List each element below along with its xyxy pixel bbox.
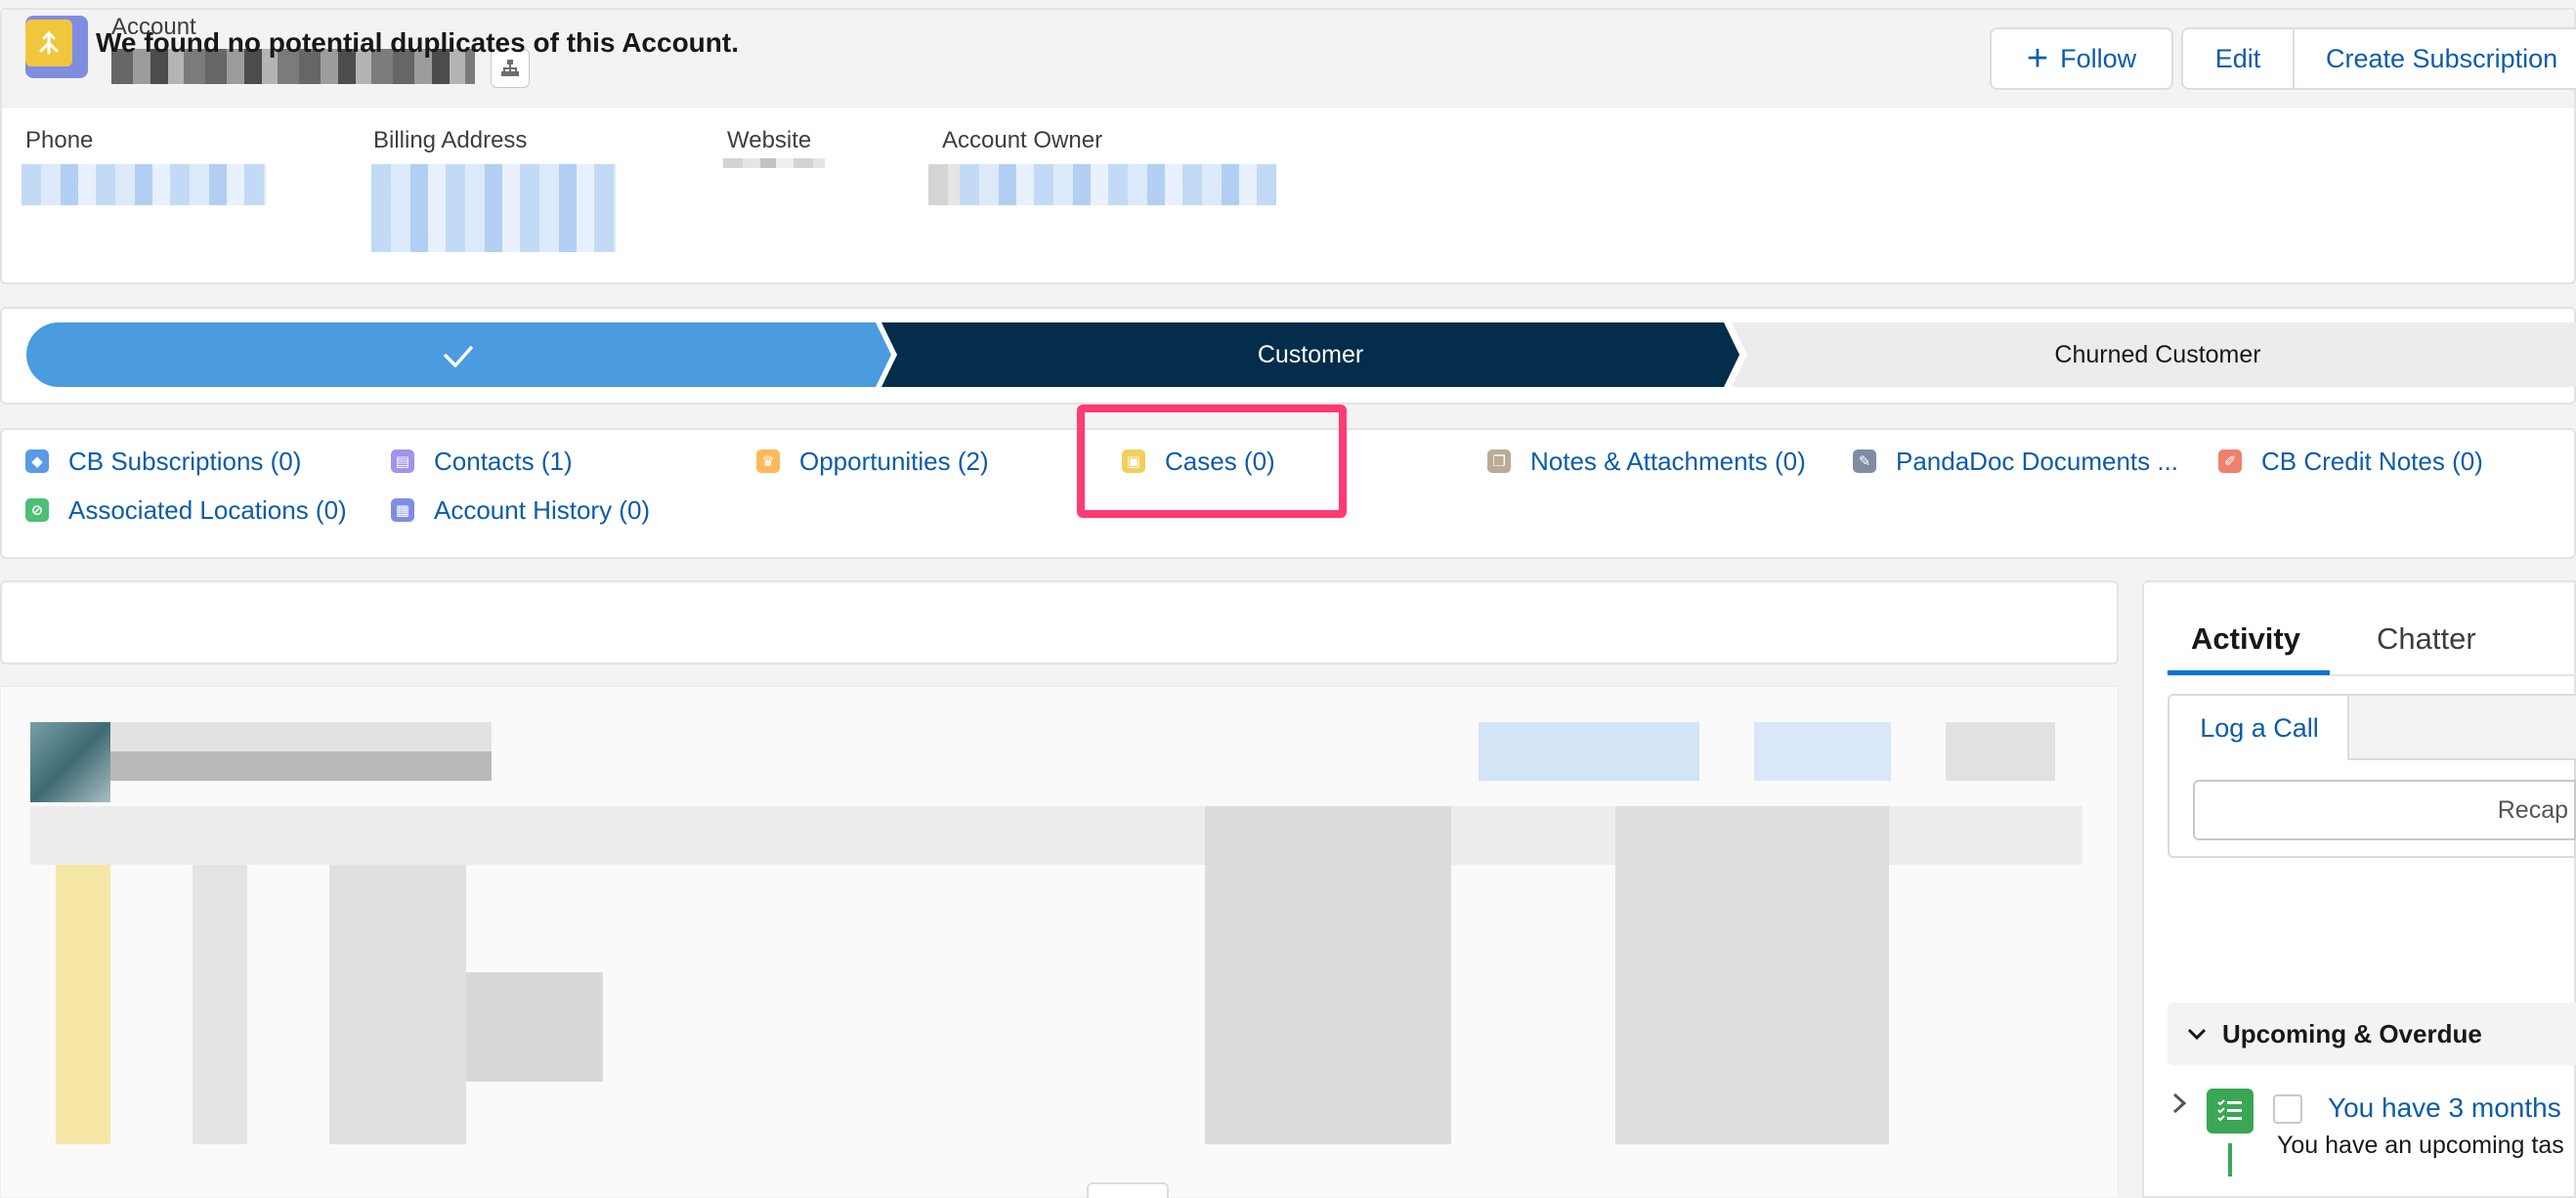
- quick-link-account-history[interactable]: ▦ Account History (0): [391, 492, 650, 528]
- crown-icon: ♛: [756, 449, 780, 473]
- path-stage-completed[interactable]: [25, 322, 885, 387]
- document-icon: ❐: [1487, 449, 1511, 473]
- recap-input[interactable]: Recap: [2193, 780, 2576, 840]
- contact-card-icon: ▤: [391, 449, 414, 473]
- tab-chatter[interactable]: Chatter: [2377, 621, 2476, 657]
- merge-icon: [25, 20, 72, 66]
- cases-highlight-annotation: [1077, 405, 1347, 518]
- task-complete-checkbox[interactable]: [2273, 1094, 2302, 1124]
- cube-icon: ◆: [25, 449, 49, 473]
- log-a-call-tab[interactable]: Log a Call: [2171, 696, 2349, 760]
- quick-link-associated-locations[interactable]: ⊘ Associated Locations (0): [25, 492, 347, 528]
- quick-link-pandadoc-documents[interactable]: ✎ PandaDoc Documents ...: [1853, 444, 2178, 479]
- chevron-right-icon[interactable]: [2171, 1091, 2187, 1122]
- chevron-down-icon: [2187, 1020, 2207, 1048]
- bottom-button-stub[interactable]: [1087, 1182, 1169, 1198]
- quick-link-cb-credit-notes[interactable]: ✐ CB Credit Notes (0): [2218, 444, 2483, 479]
- composer-other-tab[interactable]: [2349, 696, 2576, 760]
- redacted-details-area: [0, 686, 2119, 1198]
- path-stage-customer[interactable]: Customer: [881, 322, 1739, 387]
- upcoming-overdue-section[interactable]: Upcoming & Overdue: [2168, 1003, 2576, 1065]
- quick-link-contacts[interactable]: ▤ Contacts (1): [391, 444, 573, 479]
- duplicate-message: We found no potential duplicates of this…: [96, 27, 739, 58]
- quick-link-opportunities[interactable]: ♛ Opportunities (2): [756, 444, 989, 479]
- redacted-yellow-column: [56, 865, 110, 1144]
- task-subtitle: You have an upcoming tas: [2277, 1132, 2564, 1159]
- tab-activity[interactable]: Activity: [2191, 621, 2300, 657]
- redacted-avatar: [30, 722, 110, 802]
- timeline-line: [2228, 1143, 2232, 1177]
- location-icon: ⊘: [25, 498, 49, 522]
- quick-link-notes-attachments[interactable]: ❐ Notes & Attachments (0): [1487, 444, 1806, 479]
- pencil-icon: ✐: [2218, 449, 2242, 473]
- wrench-icon: ✎: [1853, 449, 1876, 473]
- task-title-link[interactable]: You have 3 months: [2328, 1092, 2561, 1124]
- quick-link-cb-subscriptions[interactable]: ◆ CB Subscriptions (0): [25, 444, 301, 479]
- duplicate-check-banner: [0, 580, 2119, 664]
- path-stage-churned-customer[interactable]: Churned Customer: [1739, 322, 2576, 387]
- active-tab-indicator: [2168, 670, 2330, 675]
- history-icon: ▦: [391, 498, 414, 522]
- task-icon: [2207, 1089, 2254, 1134]
